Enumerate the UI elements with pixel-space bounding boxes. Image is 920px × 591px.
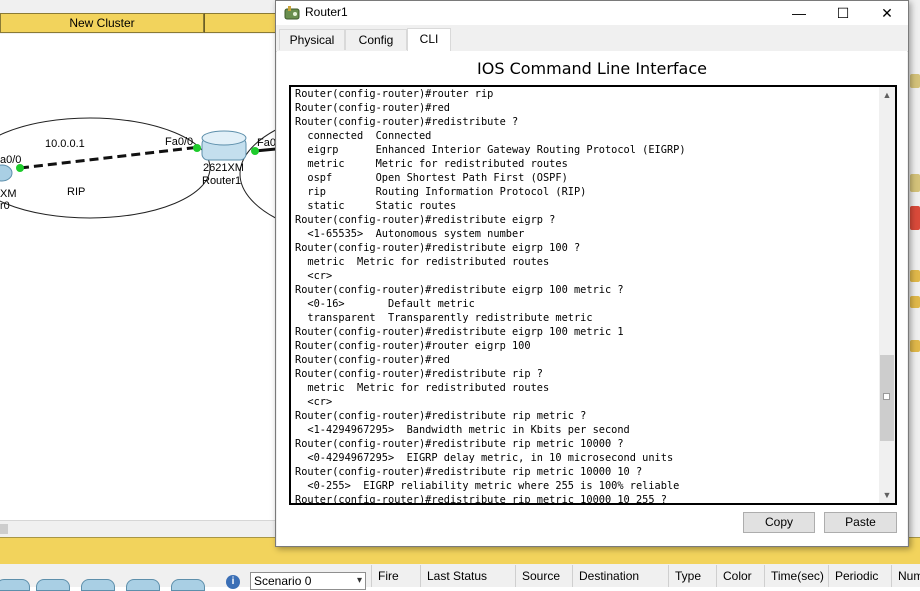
scrollbar-thumb[interactable] [880,355,894,441]
device-label: r0 [0,200,10,212]
scroll-up-icon[interactable]: ▲ [879,87,895,103]
tab-physical[interactable]: Physical [279,29,345,50]
copy-button[interactable]: Copy [743,512,815,533]
workspace-horizontal-scrollbar[interactable] [0,520,276,537]
logical-workspace[interactable]: 10.0.0.1 Fa0/0 Fa0 a0/0 XM r0 RIP 2621XM… [0,34,276,534]
pdu-column-num[interactable]: Num [891,565,920,587]
paste-button[interactable]: Paste [824,512,897,533]
topology-canvas [0,117,276,219]
tab-config[interactable]: Config [345,29,407,50]
serial-link [19,145,201,170]
router1-window: Router1 — ☐ ✕ Physical Config CLI IOS Co… [275,0,909,547]
device-category-icon[interactable] [126,579,160,591]
device-category-icon[interactable] [0,579,30,591]
device-category-icon[interactable] [171,579,205,591]
pdu-column-destination[interactable]: Destination [572,565,639,587]
cluster-tab[interactable]: New Cluster [0,13,204,33]
delete-tool-icon[interactable] [910,206,920,230]
device-category-icon[interactable] [36,579,70,591]
eigrp-area-ellipse [239,129,276,219]
tool-icon[interactable] [910,174,920,192]
window-title: Router1 [305,5,348,19]
device-category-icon[interactable] [81,579,115,591]
scrollbar-thumb[interactable] [0,524,8,534]
pdu-column-color[interactable]: Color [716,565,752,587]
pdu-column-type[interactable]: Type [668,565,701,587]
pdu-column-source[interactable]: Source [515,565,560,587]
tool-icon[interactable] [910,270,920,282]
tool-icon[interactable] [910,340,920,352]
minimize-button[interactable]: — [776,1,822,25]
cli-scrollbar[interactable]: ▲ ▼ [879,87,895,503]
interface-label: Fa0 [257,137,276,149]
tab-cli[interactable]: CLI [407,28,451,51]
thumb-grip [883,393,890,400]
tool-icon[interactable] [910,296,920,308]
network-label: 10.0.0.1 [45,138,85,150]
window-titlebar[interactable]: Router1 — ☐ ✕ [276,1,908,25]
maximize-button[interactable]: ☐ [820,1,866,25]
pdu-column-time[interactable]: Time(sec) [764,565,824,587]
rip-area-ellipse [0,117,211,219]
link-light-router1-left [193,144,201,152]
cli-console[interactable]: Router(config-router)#router rip Router(… [289,85,897,505]
cli-panel: IOS Command Line Interface Router(config… [277,51,907,546]
cli-output[interactable]: Router(config-router)#router rip Router(… [295,87,879,503]
window-tabs: Physical Config CLI [276,28,908,52]
pdu-column-fire[interactable]: Fire [371,565,399,587]
left-router-icon [0,164,13,182]
pdu-column-last-status[interactable]: Last Status [420,565,487,587]
close-button[interactable]: ✕ [864,1,910,25]
scroll-down-icon[interactable]: ▼ [879,487,895,503]
scenario-value: Scenario 0 [254,574,312,588]
router-icon [284,6,300,20]
cluster-tab-back-area[interactable] [204,13,276,33]
router-model-label: 2621XM [203,162,244,174]
interface-label: a0/0 [0,154,22,166]
device-label: XM [0,188,17,200]
cli-heading: IOS Command Line Interface [477,59,707,78]
right-toolbar-strip [908,34,920,537]
pdu-column-periodic[interactable]: Periodic [828,565,878,587]
router1-top-icon [201,130,247,146]
router-name-label[interactable]: Router1 [202,175,241,187]
interface-label: Fa0/0 [165,136,194,148]
scenario-select[interactable]: Scenario 0 ▾ [250,572,366,590]
tool-icon[interactable] [910,74,920,88]
area-label: RIP [67,186,86,198]
